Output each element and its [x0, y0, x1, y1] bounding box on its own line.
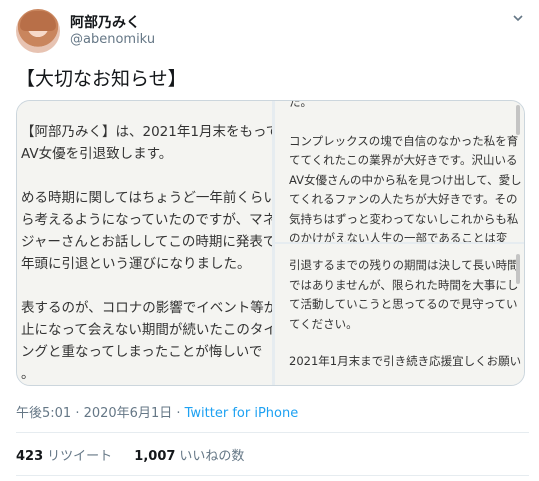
tweet-text: 【大切なお知らせ】: [16, 68, 187, 90]
announcement-text-left: 【阿部乃みく】は、2021年1月末をもって AV女優を引退致します。める時期に関し…: [21, 121, 272, 385]
text-line: 年頭に引退という運びになりました。: [21, 256, 251, 272]
retweets-count: 423: [16, 449, 44, 464]
text-line: 2021年1月末まで引き続き応援宜しくお願い: [289, 354, 522, 368]
chevron-down-icon[interactable]: [511, 11, 525, 25]
paragraph: 2021年1月末まで引き続き応援宜しくお願い: [289, 352, 522, 372]
text-line: てください。: [289, 316, 358, 331]
scrollbar: [516, 105, 520, 135]
text-line: める時期に関してはちょうど一年前くらい: [21, 190, 272, 206]
likes-label: いいねの数: [179, 449, 245, 464]
text-line: コンプレックスの塊で自信のなかった私を育: [289, 133, 519, 148]
text-line: ングと重なってしまったことが悔しいで: [21, 344, 263, 360]
media-image-left[interactable]: 【阿部乃みく】は、2021年1月末をもって AV女優を引退致します。める時期に関し…: [17, 101, 272, 385]
paragraph: 引退するまでの残りの期間は決して長い時間 ではありませんが、限られた時間を大事にし…: [289, 256, 519, 334]
retweets-label: リツイート: [47, 449, 113, 464]
user-handle[interactable]: @abenomiku: [70, 32, 155, 47]
text-line: ててくれたこの業界が大好きです。沢山いる: [289, 153, 518, 167]
likes-count: 1,007: [134, 449, 176, 464]
paragraph: 表するのが、コロナの影響でイベント等が 止になって会えない期間が続いたこのタイ ング…: [21, 297, 272, 385]
text-line: 表するのが、コロナの影響でイベント等が: [21, 300, 272, 316]
tweet-timestamp: 午後5:01 · 2020年6月1日 · Twitter for iPhone: [16, 402, 298, 421]
paragraph: める時期に関してはちょうど一年前くらい ら考えるようになっていたのですが、マネ ジャ…: [21, 187, 272, 275]
announcement-text-top-right: た。コンプレックスの塊で自信のなかった私を育 ててくれたこの業界が大好きです。沢山…: [289, 101, 522, 243]
divider: [16, 475, 529, 476]
text-line: AV女優を引退致します。: [21, 146, 173, 162]
tweet-media[interactable]: 【阿部乃みく】は、2021年1月末をもって AV女優を引退致します。める時期に関し…: [16, 100, 525, 386]
text-line: てくれるファンの人たちが大好きです。その: [289, 192, 518, 206]
text-line: AV女優さんの中から私を見つけ出して、愛し: [289, 172, 522, 187]
text-line: 止になって会えない期間が続いたこのタイ: [21, 322, 272, 338]
scrollbar: [516, 254, 520, 284]
avatar[interactable]: [16, 9, 60, 53]
announcement-text-bottom-right: 引退するまでの残りの期間は決して長い時間 ではありませんが、限られた時間を大事にし…: [289, 256, 522, 385]
paragraph: た。: [289, 101, 519, 113]
media-image-top-right[interactable]: た。コンプレックスの塊で自信のなかった私を育 ててくれたこの業界が大好きです。沢山…: [275, 101, 524, 242]
retweets-stat[interactable]: 423 リツイート: [16, 449, 112, 464]
timestamp-text[interactable]: 午後5:01 · 2020年6月1日 ·: [16, 406, 185, 421]
paragraph: 【阿部乃みく】は、2021年1月末をもって AV女優を引退致します。: [21, 121, 272, 165]
media-image-bottom-right[interactable]: 引退するまでの残りの期間は決して長い時間 ではありませんが、限られた時間を大事にし…: [275, 244, 524, 385]
source-link[interactable]: Twitter for iPhone: [185, 406, 299, 421]
divider: [16, 432, 529, 433]
text-line: ではありませんが、限られた時間を大事にし: [289, 277, 519, 292]
text-line: 引退するまでの残りの期間は決して長い時間: [289, 258, 519, 272]
tweet-stats: 423 リツイート 1,007 いいねの数: [16, 445, 262, 464]
paragraph: コンプレックスの塊で自信のなかった私を育 ててくれたこの業界が大好きです。沢山いる…: [289, 132, 522, 243]
text-line: ジャーさんとお話ししてこの時期に発表で: [21, 234, 272, 250]
text-line: 【阿部乃みく】は、2021年1月末をもって: [21, 124, 272, 140]
text-line: た。: [289, 101, 312, 109]
tweet-header: 阿部乃みく @abenomiku: [16, 9, 529, 53]
text-line: のかけがえない人生の一部であることは変: [289, 231, 508, 242]
text-line: ら考えるようになっていたのですが、マネ: [21, 212, 272, 228]
text-line: 気持ちはずっと変わってないしこれからも私: [289, 211, 519, 226]
likes-stat[interactable]: 1,007 いいねの数: [134, 449, 244, 464]
display-name[interactable]: 阿部乃みく: [70, 12, 140, 32]
text-line: て活動していこうと思ってるので見守ってい: [289, 297, 518, 311]
text-line: 。: [21, 366, 35, 382]
